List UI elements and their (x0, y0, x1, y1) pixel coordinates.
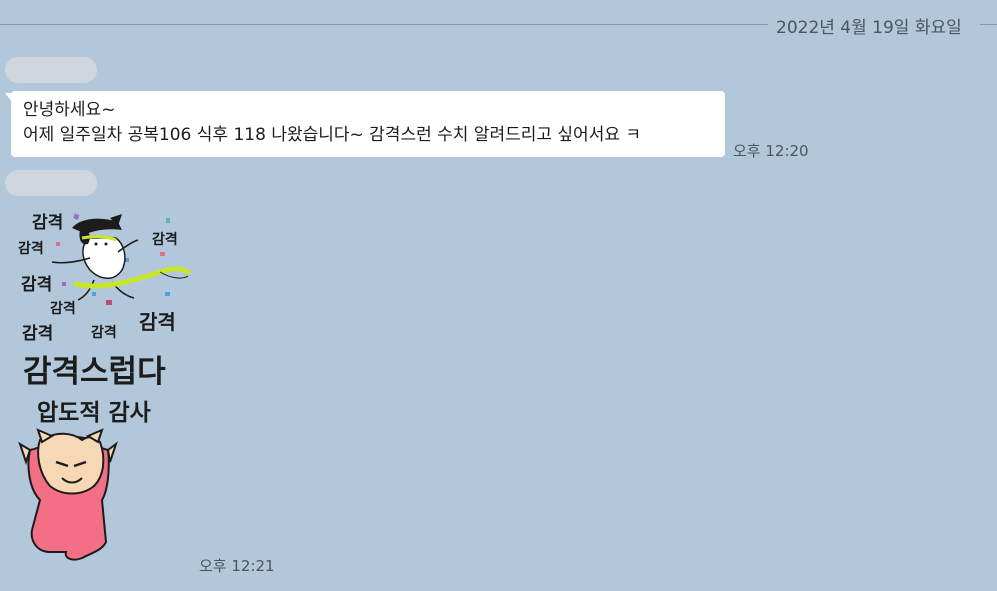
date-divider: 2022년 4월 19일 화요일 (0, 12, 997, 38)
running-character-illustration (51, 214, 191, 301)
sticker-word: 감격 (32, 213, 63, 233)
message-line: 안녕하세요~ (23, 100, 116, 120)
message-timestamp: 오후 12:20 (733, 142, 809, 160)
pink-character-illustration (18, 428, 118, 561)
divider-line (0, 24, 768, 25)
message-line: 어제 일주일차 공복106 식후 118 나왔습니다~ 감격스런 수치 알려드리… (23, 125, 642, 145)
sender-name-redacted[interactable] (5, 57, 97, 83)
message-timestamp: 오후 12:21 (199, 557, 275, 575)
date-label: 2022년 4월 19일 화요일 (776, 18, 962, 38)
sticker-headline: 감격스럽다 (23, 354, 166, 390)
sticker-word: 감격 (139, 310, 176, 334)
sticker-word: 감격 (22, 324, 53, 344)
sticker-word: 감격 (152, 231, 178, 248)
sender-name-redacted[interactable] (5, 170, 97, 196)
sticker-word: 감격 (21, 275, 52, 295)
emoticon-sticker[interactable]: 감격 감격 감격 감격 감격 감격 감격 감격 감격스럽다 압도적 감사 (10, 200, 195, 570)
divider-line (980, 24, 997, 25)
sticker-word: 감격 (18, 240, 44, 257)
message-bubble[interactable]: 안녕하세요~ 어제 일주일차 공복106 식후 118 나왔습니다~ 감격스런 … (5, 91, 725, 157)
sticker-word: 감격 (50, 300, 76, 317)
sticker-word: 감격 (91, 324, 117, 341)
sticker-subline: 압도적 감사 (37, 400, 151, 426)
